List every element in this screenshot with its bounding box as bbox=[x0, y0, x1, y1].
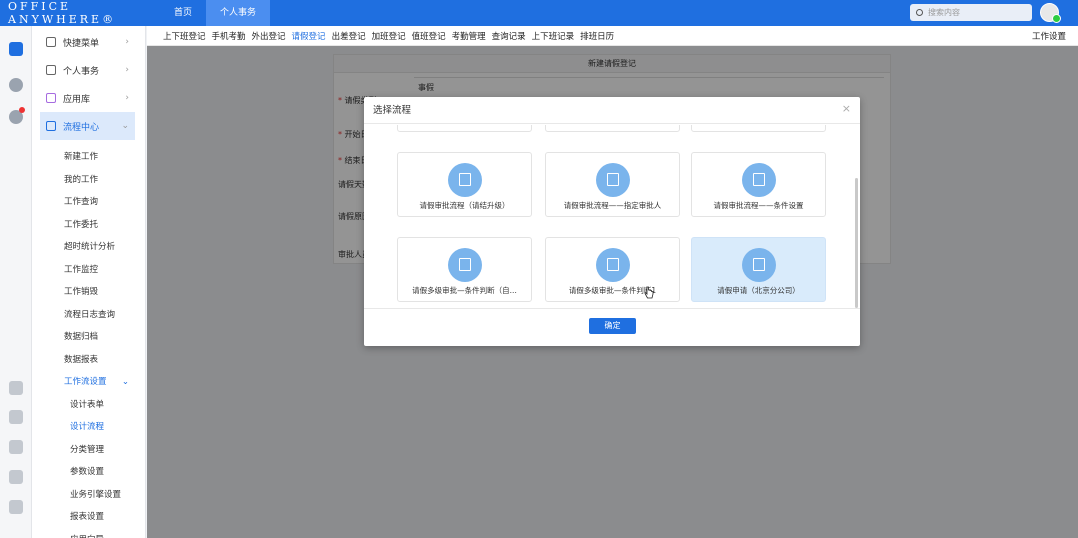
subnav-tab[interactable]: 查询记录 bbox=[492, 30, 526, 42]
sidebar-sub-work-query[interactable]: 工作查询 bbox=[32, 191, 145, 214]
sidebar-item-shortcuts[interactable]: 快捷菜单 › bbox=[32, 28, 145, 56]
sidebar-item-personal[interactable]: 个人事务 › bbox=[32, 56, 145, 84]
chevron-down-icon: ⌄ bbox=[121, 377, 129, 387]
tab-home[interactable]: 首页 bbox=[160, 0, 206, 26]
flow-card[interactable] bbox=[397, 125, 532, 132]
flow-card[interactable] bbox=[691, 125, 826, 132]
chevron-right-icon: › bbox=[125, 65, 129, 75]
sidebar-sub-my-work[interactable]: 我的工作 bbox=[32, 169, 145, 192]
confirm-button[interactable]: 确定 bbox=[589, 318, 636, 334]
sidebar-sub-business-engine[interactable]: 业务引擎设置 bbox=[32, 484, 145, 507]
sidebar-sub-param-setting[interactable]: 参数设置 bbox=[32, 461, 145, 484]
flow-chart-icon bbox=[742, 248, 776, 282]
sidebar-item-apps[interactable]: 应用库 › bbox=[32, 84, 145, 112]
flow-card[interactable]: 请假审批流程——指定审批人 bbox=[545, 152, 680, 217]
apps-icon bbox=[46, 93, 56, 103]
flow-chart-icon bbox=[596, 248, 630, 282]
download-icon[interactable] bbox=[9, 440, 23, 454]
flow-chart-icon bbox=[742, 163, 776, 197]
top-bar: OFFICE ANYWHERE® 首页 个人事务 搜索内容 bbox=[0, 0, 1078, 26]
sidebar-sub-report-setting[interactable]: 报表设置 bbox=[32, 506, 145, 529]
flow-card-label: 请假审批流程（请结升级） bbox=[419, 201, 510, 210]
calendar-icon[interactable] bbox=[9, 410, 23, 424]
flow-card[interactable]: 请假多级审批—条件判断（自... bbox=[397, 237, 532, 302]
subnav-tab[interactable]: 值班登记 bbox=[412, 30, 446, 42]
chevron-down-icon: ⌄ bbox=[121, 121, 129, 131]
flow-card-list: 请假审批流程（请结升级） 请假审批流程——指定审批人 请假审批流程——条件设置 … bbox=[364, 125, 860, 307]
sidebar-item-label: 快捷菜单 bbox=[63, 38, 100, 49]
search-placeholder: 搜索内容 bbox=[928, 8, 960, 17]
flow-card-label: 请假多级审批—条件判断（自... bbox=[412, 286, 517, 295]
sidebar-sub-timeout-stats[interactable]: 超时统计分析 bbox=[32, 236, 145, 259]
flow-card-label: 请假多级审批—条件判断1 bbox=[568, 286, 657, 295]
sidebar-sub-design-form[interactable]: 设计表单 bbox=[32, 394, 145, 417]
modal-title: 选择流程 bbox=[364, 97, 860, 124]
chevron-right-icon: › bbox=[125, 37, 129, 47]
modal-footer: 确定 bbox=[364, 308, 860, 346]
flow-card[interactable]: 请假审批流程——条件设置 bbox=[691, 152, 826, 217]
sidebar-sub-new-work[interactable]: 新建工作 bbox=[32, 146, 145, 169]
flow-card-label: 请假审批流程——条件设置 bbox=[713, 201, 804, 210]
grid-icon[interactable] bbox=[9, 42, 23, 56]
search-input[interactable]: 搜索内容 bbox=[910, 4, 1032, 21]
modal-scrollbar[interactable] bbox=[855, 178, 858, 308]
chevron-right-icon: › bbox=[125, 93, 129, 103]
subnav-tab[interactable]: 加班登记 bbox=[372, 30, 406, 42]
tab-personal-affairs[interactable]: 个人事务 bbox=[206, 0, 271, 26]
sidebar-sub-workflow-setting[interactable]: 工作流设置 ⌄ bbox=[32, 371, 145, 394]
flow-card-label: 请假审批流程——指定审批人 bbox=[563, 201, 662, 210]
sidebar-sub-flow-log-query[interactable]: 流程日志查询 bbox=[32, 304, 145, 327]
sidebar-item-flow-center[interactable]: 流程中心 ⌄ bbox=[40, 112, 135, 140]
shirt-icon[interactable] bbox=[9, 470, 23, 484]
bookmark-icon bbox=[46, 37, 56, 47]
sidebar-sub-work-destroy[interactable]: 工作销毁 bbox=[32, 281, 145, 304]
subnav-tab[interactable]: 外出登记 bbox=[252, 30, 286, 42]
subnav-tab[interactable]: 考勤管理 bbox=[452, 30, 486, 42]
flow-chart-icon bbox=[448, 163, 482, 197]
flow-card-label: 请假申请（北京分公司） bbox=[717, 286, 800, 295]
menu-collapse-icon[interactable] bbox=[9, 500, 23, 514]
select-flow-modal: 选择流程 × 请假审批流程（请结升级） 请假审批流程——指定审批人 请假审批流程… bbox=[364, 97, 860, 346]
sidebar-sub-data-report[interactable]: 数据报表 bbox=[32, 349, 145, 372]
hand-cursor-icon bbox=[644, 286, 654, 299]
icon-rail bbox=[0, 26, 32, 538]
flow-card[interactable] bbox=[545, 125, 680, 132]
notification-dot-icon bbox=[19, 107, 25, 113]
work-setting-link[interactable]: 工作设置 bbox=[1032, 30, 1066, 42]
sidebar-sub-design-flow[interactable]: 设计流程 bbox=[32, 416, 145, 439]
subnav-tab[interactable]: 上下班登记 bbox=[163, 30, 206, 42]
flow-card[interactable]: 请假审批流程（请结升级） bbox=[397, 152, 532, 217]
sidebar-sub-category-manage[interactable]: 分类管理 bbox=[32, 439, 145, 462]
flow-chart-icon bbox=[596, 163, 630, 197]
person-icon bbox=[46, 65, 56, 75]
sidebar-sub-label: 工作流设置 bbox=[64, 377, 107, 387]
flow-chart-icon bbox=[448, 248, 482, 282]
app-logo: OFFICE ANYWHERE® bbox=[8, 0, 117, 26]
sidebar-sub-work-delegate[interactable]: 工作委托 bbox=[32, 214, 145, 237]
search-icon bbox=[916, 9, 923, 16]
sidebar-sub-app-wizard[interactable]: 应用向导 bbox=[32, 529, 145, 538]
sidebar-sub-flow-archive[interactable]: 数据归档 bbox=[32, 326, 145, 349]
subnav-tab[interactable]: 出差登记 bbox=[332, 30, 366, 42]
avatar[interactable] bbox=[1040, 3, 1061, 23]
sidebar: 快捷菜单 › 个人事务 › 应用库 › 流程中心 ⌄ 新建工作 我的工作 工作查… bbox=[32, 26, 146, 538]
sidebar-item-label: 应用库 bbox=[63, 94, 91, 105]
sidebar-sub-work-monitor[interactable]: 工作监控 bbox=[32, 259, 145, 282]
subnav-tab[interactable]: 手机考勤 bbox=[212, 30, 246, 42]
flow-icon bbox=[46, 121, 56, 131]
subnav-tab[interactable]: 上下班记录 bbox=[532, 30, 575, 42]
contacts-icon[interactable] bbox=[9, 78, 23, 92]
sidebar-item-label: 个人事务 bbox=[63, 66, 100, 77]
sidebar-item-label: 流程中心 bbox=[63, 122, 100, 133]
flow-card-selected[interactable]: 请假申请（北京分公司） bbox=[691, 237, 826, 302]
subnav-tab-active[interactable]: 请假登记 bbox=[292, 30, 326, 42]
subnav-bar: 上下班登记 手机考勤 外出登记 请假登记 出差登记 加班登记 值班登记 考勤管理… bbox=[147, 26, 1078, 46]
subnav-tab[interactable]: 排班日历 bbox=[580, 30, 614, 42]
flow-card[interactable]: 请假多级审批—条件判断1 bbox=[545, 237, 680, 302]
close-icon[interactable]: × bbox=[842, 102, 851, 115]
chart-icon[interactable] bbox=[9, 381, 23, 395]
